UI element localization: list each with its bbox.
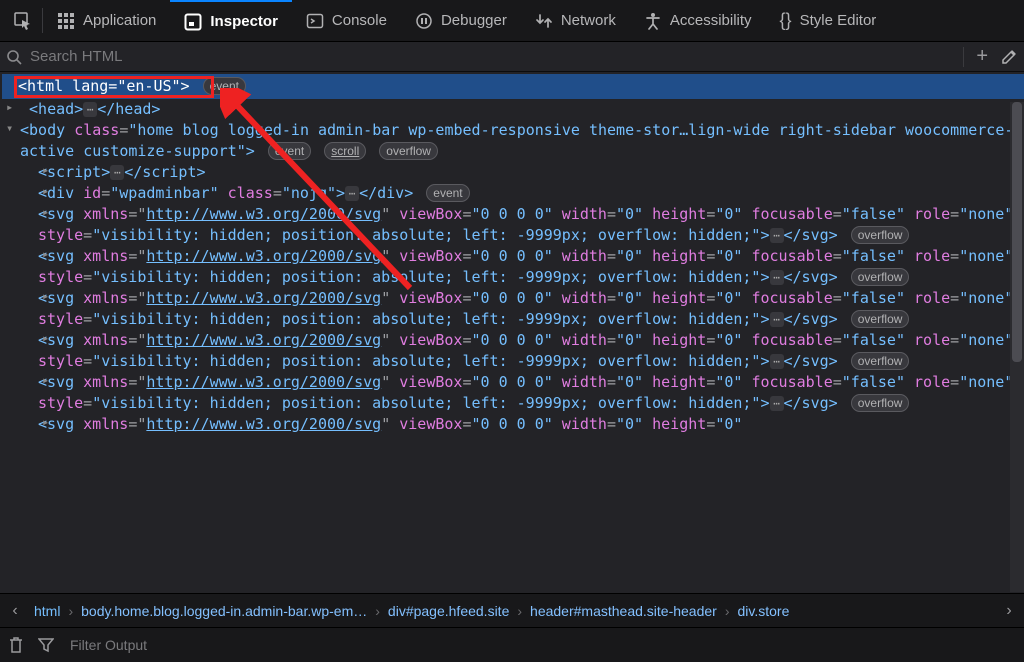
tree-node-script[interactable]: <script>⋯</script> [38, 162, 1024, 183]
chevron-right-icon: › [375, 604, 380, 618]
tree-node-head[interactable]: <head>⋯</head> [2, 99, 1024, 120]
tab-console[interactable]: Console [292, 0, 401, 41]
tree-node-html[interactable]: <html lang="en-US"> event [2, 74, 1024, 99]
node-text: </svg> [784, 394, 838, 412]
badge-overflow[interactable]: overflow [851, 352, 910, 370]
chevron-right-icon: › [517, 604, 522, 618]
xmlns-link[interactable]: http://www.w3.org/2000/svg [146, 331, 381, 349]
console-icon [306, 12, 324, 30]
xmlns-link[interactable]: http://www.w3.org/2000/svg [146, 373, 381, 391]
element-picker-button[interactable] [4, 0, 42, 41]
crumb-seg[interactable]: header#masthead.site-header [526, 600, 721, 622]
scrollbar-thumb[interactable] [1012, 102, 1022, 362]
ellipsis-icon[interactable]: ⋯ [770, 228, 784, 243]
crumb-seg[interactable]: body.home.blog.logged-in.admin-bar.wp-em… [77, 600, 371, 622]
tree-scrollbar[interactable] [1010, 102, 1024, 592]
add-node-button[interactable]: + [976, 45, 988, 68]
tab-label: Network [561, 12, 616, 29]
node-text: </div> [359, 184, 413, 202]
filter-icon[interactable] [38, 637, 54, 653]
ellipsis-icon[interactable]: ⋯ [770, 312, 784, 327]
node-text: </svg> [784, 352, 838, 370]
tab-accessibility[interactable]: Accessibility [630, 0, 766, 41]
crumbs-prev-button[interactable]: ‹ [4, 603, 26, 619]
badge-scroll[interactable]: scroll [324, 142, 366, 160]
tab-label: Debugger [441, 12, 507, 29]
crumb-seg[interactable]: html [30, 600, 64, 622]
console-bottom-bar [0, 627, 1024, 662]
tree-node-svg[interactable]: <svg xmlns="http://www.w3.org/2000/svg" … [38, 246, 1024, 288]
tree-node-svg[interactable]: <svg xmlns="http://www.w3.org/2000/svg" … [38, 330, 1024, 372]
crumbs-next-button[interactable]: › [998, 603, 1020, 619]
badge-overflow[interactable]: overflow [851, 310, 910, 328]
xmlns-link[interactable]: http://www.w3.org/2000/svg [146, 415, 381, 433]
ellipsis-icon[interactable]: ⋯ [83, 102, 97, 117]
ellipsis-icon[interactable]: ⋯ [110, 165, 124, 180]
pointer-icon [14, 12, 32, 30]
tree-node-svg[interactable]: <svg xmlns="http://www.w3.org/2000/svg" … [38, 372, 1024, 414]
tab-network[interactable]: Network [521, 0, 630, 41]
search-icon [6, 49, 22, 65]
ellipsis-icon[interactable]: ⋯ [345, 186, 359, 201]
xmlns-link[interactable]: http://www.w3.org/2000/svg [146, 289, 381, 307]
node-text: </svg> [784, 310, 838, 328]
node-text: </svg> [784, 268, 838, 286]
filter-output-input[interactable] [68, 636, 1016, 654]
badge-event[interactable]: event [203, 77, 246, 95]
xmlns-link[interactable]: http://www.w3.org/2000/svg [146, 247, 381, 265]
tree-node-svg[interactable]: <svg xmlns="http://www.w3.org/2000/svg" … [38, 414, 1024, 435]
node-text: </svg> [784, 226, 838, 244]
search-input[interactable] [28, 47, 957, 66]
tree-node-body[interactable]: <body class="home blog logged-in admin-b… [2, 120, 1024, 162]
search-bar: + [0, 42, 1024, 72]
badge-overflow[interactable]: overflow [379, 142, 438, 160]
grid-icon [57, 12, 75, 30]
dom-tree[interactable]: <html lang="en-US"> event <head>⋯</head>… [0, 72, 1024, 593]
tree-node-svg[interactable]: <svg xmlns="http://www.w3.org/2000/svg" … [38, 288, 1024, 330]
ellipsis-icon[interactable]: ⋯ [770, 354, 784, 369]
badge-overflow[interactable]: overflow [851, 268, 910, 286]
ellipsis-icon[interactable]: ⋯ [770, 396, 784, 411]
trash-icon[interactable] [8, 636, 24, 654]
badge-overflow[interactable]: overflow [851, 394, 910, 412]
inspector-icon [184, 13, 202, 31]
braces-icon: {} [780, 10, 792, 31]
node-text: <head> [29, 100, 83, 118]
tab-debugger[interactable]: Debugger [401, 0, 521, 41]
chevron-right-icon: › [68, 604, 73, 618]
tab-label: Inspector [210, 13, 278, 30]
chevron-right-icon: › [725, 604, 730, 618]
network-icon [535, 12, 553, 30]
node-text: </script> [124, 163, 205, 181]
tree-node-svg[interactable]: <svg xmlns="http://www.w3.org/2000/svg" … [38, 204, 1024, 246]
crumb-seg[interactable]: div.store [734, 600, 794, 622]
tab-style-editor[interactable]: {} Style Editor [766, 0, 891, 41]
tab-application[interactable]: Application [43, 0, 170, 41]
tab-label: Console [332, 12, 387, 29]
tab-label: Style Editor [800, 12, 877, 29]
xmlns-link[interactable]: http://www.w3.org/2000/svg [146, 205, 381, 223]
tab-inspector[interactable]: Inspector [170, 0, 292, 41]
crumb-seg[interactable]: div#page.hfeed.site [384, 600, 513, 622]
node-text: <html lang="en-US"> [18, 77, 190, 95]
tab-label: Accessibility [670, 12, 752, 29]
eyedropper-icon[interactable] [1000, 48, 1018, 66]
node-text: <script> [38, 163, 110, 181]
badge-event[interactable]: event [426, 184, 469, 202]
accessibility-icon [644, 12, 662, 30]
badge-event[interactable]: event [268, 142, 311, 160]
breadcrumbs: ‹ html › body.home.blog.logged-in.admin-… [0, 593, 1024, 627]
debugger-icon [415, 12, 433, 30]
tree-node-div[interactable]: <div id="wpadminbar" class="nojq">⋯</div… [38, 183, 1024, 204]
tab-label: Application [83, 12, 156, 29]
badge-overflow[interactable]: overflow [851, 226, 910, 244]
devtools-toolbar: Application Inspector Console Debugger N… [0, 0, 1024, 42]
ellipsis-icon[interactable]: ⋯ [770, 270, 784, 285]
node-text: </head> [97, 100, 160, 118]
